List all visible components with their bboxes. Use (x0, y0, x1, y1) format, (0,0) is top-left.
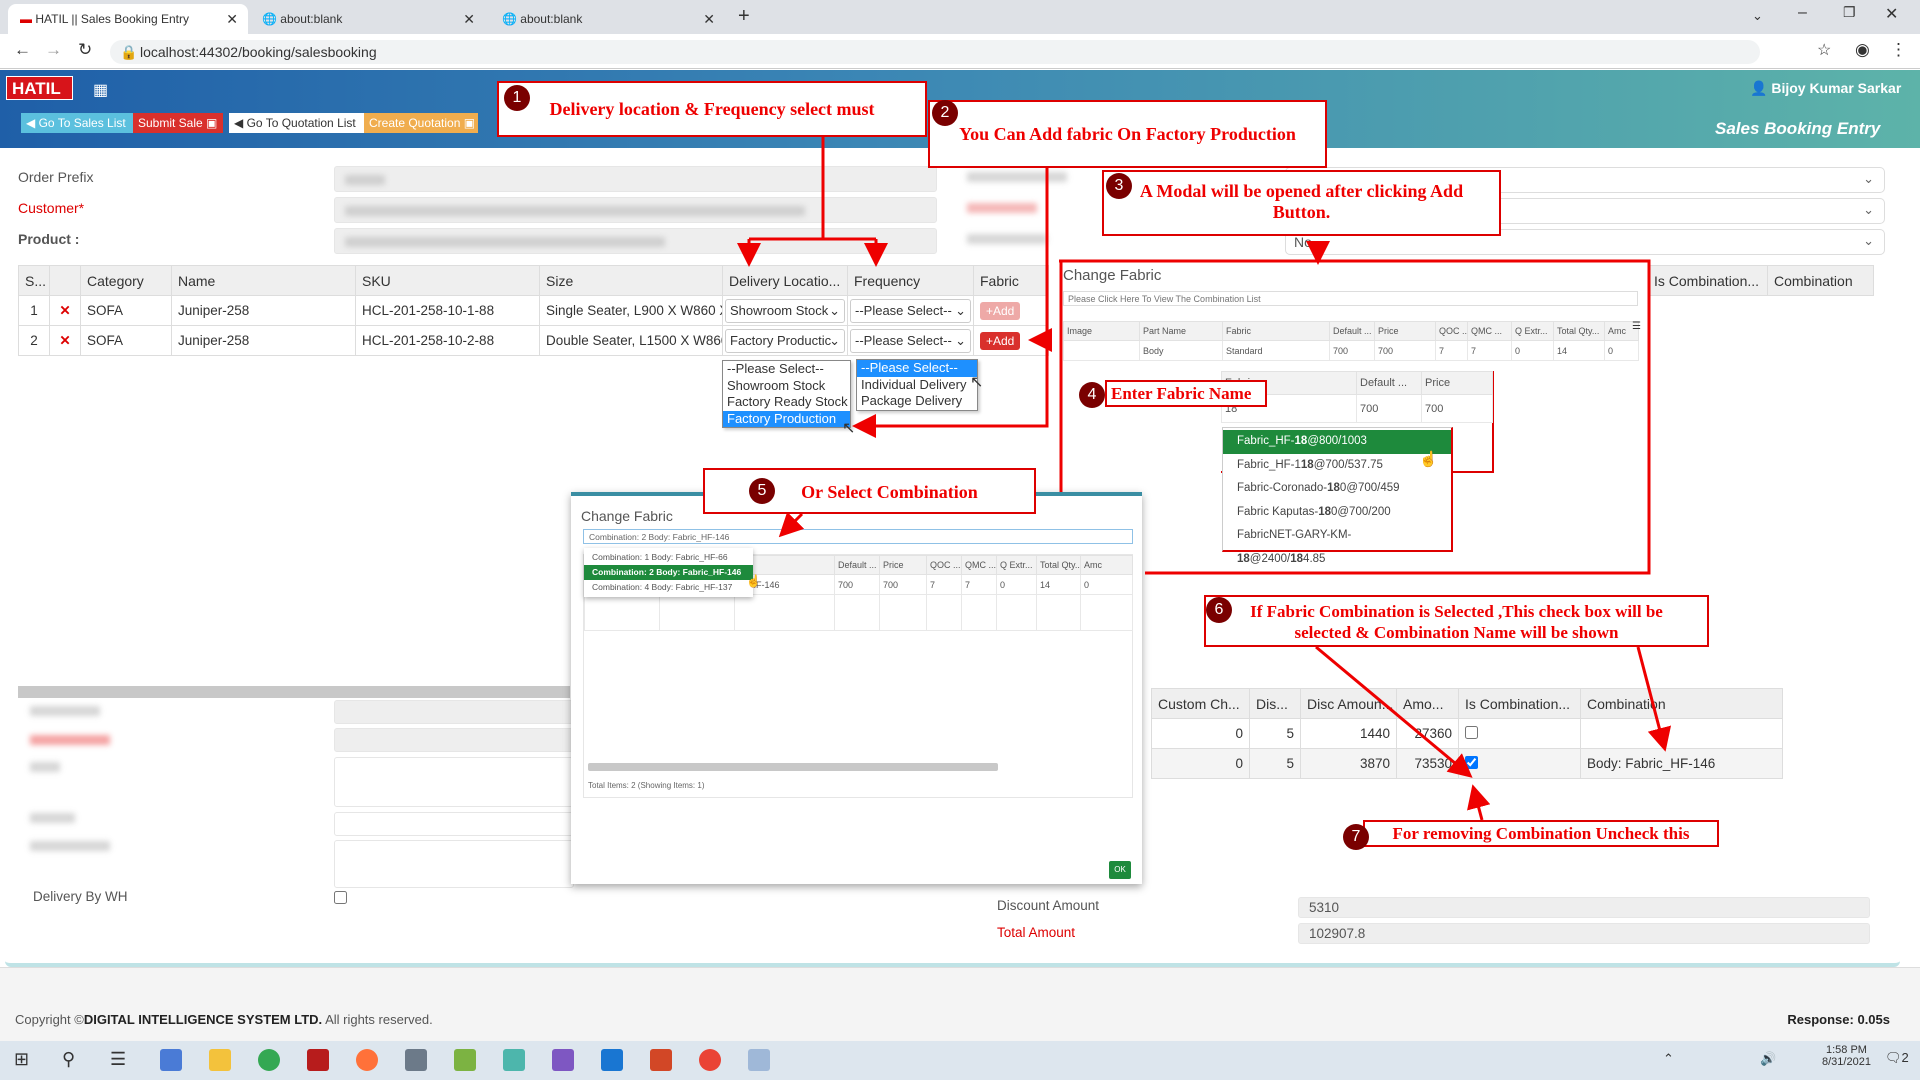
response-time: Response: 0.05s (1787, 1012, 1890, 1027)
firefox-icon[interactable] (356, 1049, 378, 1071)
fabric-modal-outline (1059, 259, 1651, 575)
annotation-2: 2 You Can Add fabric On Factory Productio… (928, 100, 1327, 168)
calculator-icon[interactable] (405, 1049, 427, 1071)
volume-icon[interactable]: 🔊 (1760, 1051, 1776, 1067)
arrow-7 (1467, 784, 1491, 821)
tray-chevron-up-icon[interactable]: ⌃ (1663, 1051, 1674, 1067)
chrome-icon[interactable] (699, 1049, 721, 1071)
chrome-profile-icon[interactable] (258, 1049, 280, 1071)
network-app-icon[interactable] (160, 1049, 182, 1071)
arrow-6b (1636, 646, 1672, 752)
windows-taskbar: ⊞ ⚲ ☰ ⌃ 🔊 1:58 PM 8/31/2021 🗨2 (0, 1041, 1920, 1080)
filezilla-icon[interactable] (307, 1049, 329, 1071)
notifications-icon[interactable]: 🗨2 (1885, 1050, 1909, 1066)
arrow-1 (747, 137, 876, 261)
annotation-6: 6 If Fabric Combination is Selected ,This… (1204, 595, 1709, 647)
powerpoint-icon[interactable] (650, 1049, 672, 1071)
clock[interactable]: 1:58 PM 8/31/2021 (1822, 1044, 1871, 1068)
annotation-4: 4 Enter Fabric Name (1079, 380, 1267, 408)
annotation-5: 5 Or Select Combination (703, 468, 1036, 514)
windows-start-icon[interactable]: ⊞ (14, 1049, 29, 1070)
annotation-1: 1 Delivery location & Frequency select mu… (497, 81, 927, 137)
footer: Copyright ©DIGITAL INTELLIGENCE SYSTEM L… (0, 967, 1920, 1041)
annotation-7: 7 For removing Combination Uncheck this (1343, 820, 1719, 850)
search-icon[interactable]: ⚲ (62, 1049, 75, 1070)
arrow-5 (778, 511, 805, 538)
arrow-6a (1315, 645, 1473, 778)
file-explorer-icon[interactable] (209, 1049, 231, 1071)
copyright-text: Copyright ©DIGITAL INTELLIGENCE SYSTEM L… (15, 1012, 433, 1027)
app-icon[interactable] (601, 1049, 623, 1071)
app-icon[interactable] (503, 1049, 525, 1071)
visual-studio-icon[interactable] (552, 1049, 574, 1071)
arrow-2 (852, 168, 1049, 438)
notepad-icon[interactable] (454, 1049, 476, 1071)
task-view-icon[interactable]: ☰ (110, 1049, 126, 1070)
paint-icon[interactable] (748, 1049, 770, 1071)
annotation-3: 3A Modal will be opened after clicking A… (1102, 170, 1501, 236)
